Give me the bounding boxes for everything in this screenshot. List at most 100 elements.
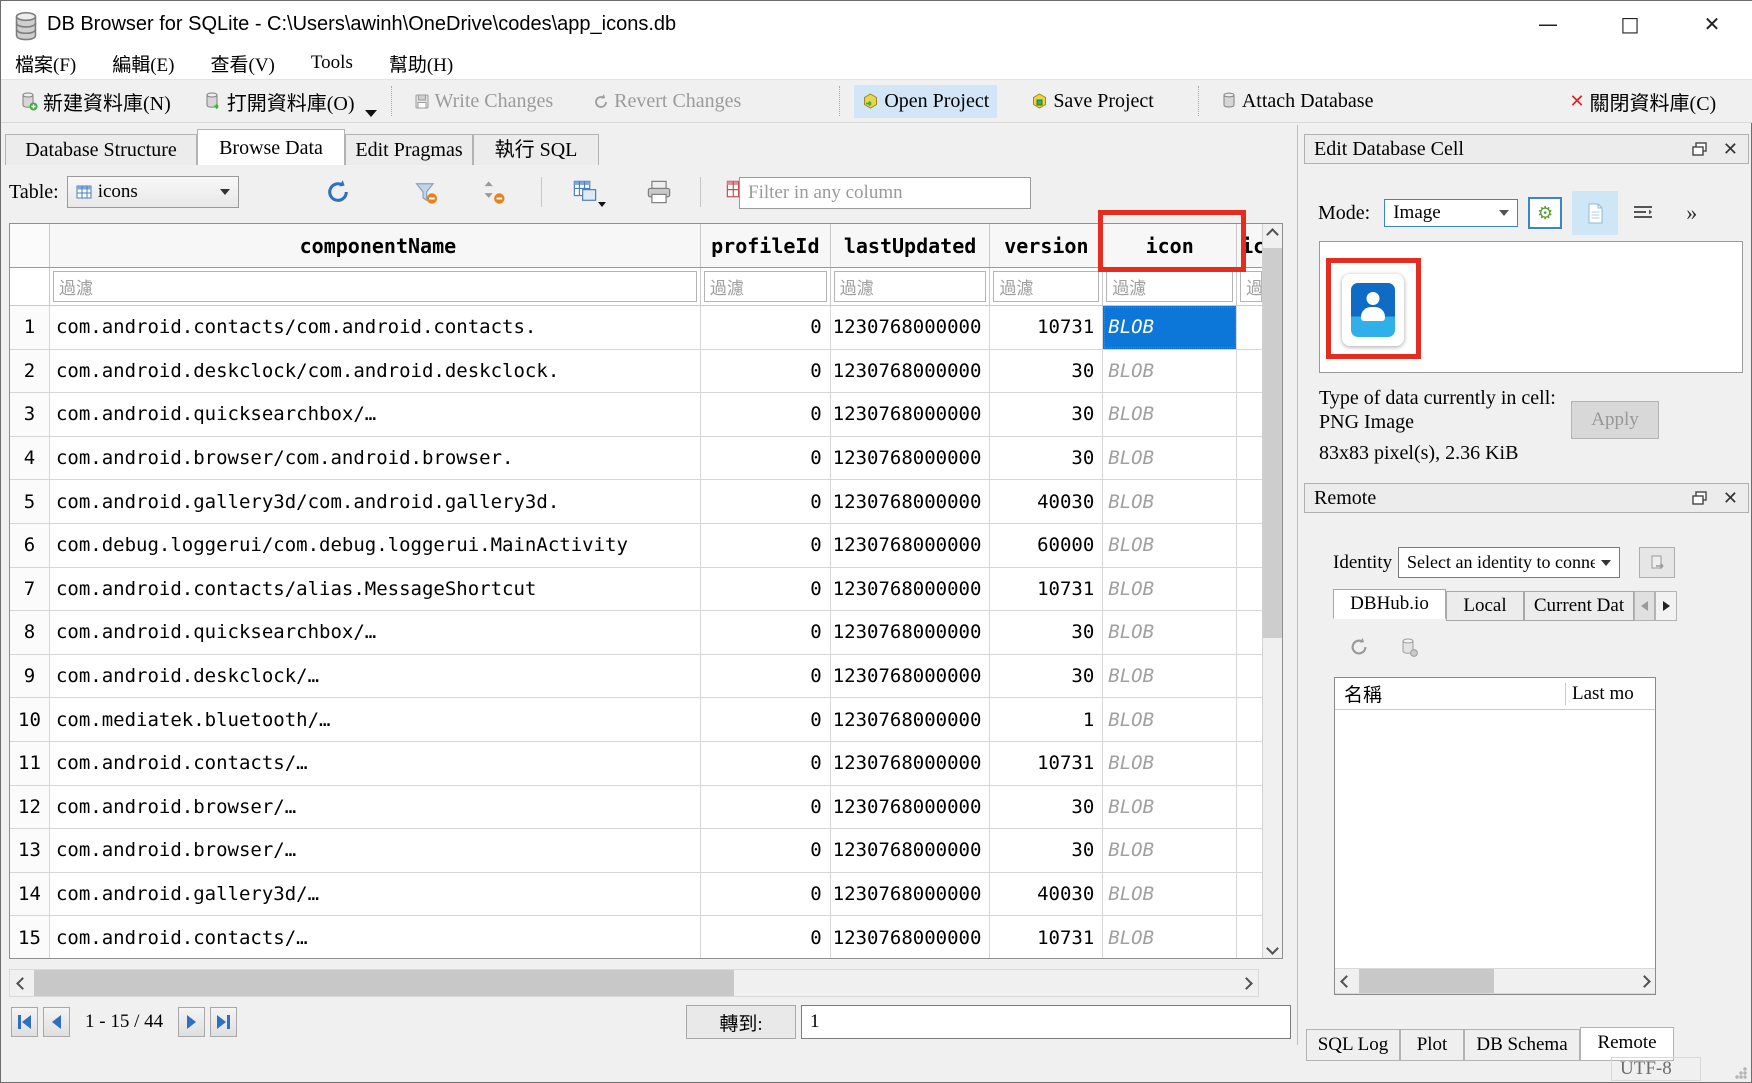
cell-profileId[interactable]: 0 xyxy=(701,393,831,436)
overflow-chevrons-icon[interactable]: » xyxy=(1686,200,1697,226)
cell-lastUpdated[interactable]: 1230768000000 xyxy=(831,480,991,523)
row-number[interactable]: 1 xyxy=(10,306,50,349)
cell-version[interactable]: 10731 xyxy=(990,916,1103,958)
mode-select[interactable]: Image xyxy=(1384,199,1518,227)
cell-version[interactable]: 40030 xyxy=(990,873,1103,916)
row-number[interactable]: 8 xyxy=(10,611,50,654)
close-button[interactable]: ✕ xyxy=(1689,12,1735,36)
cell-profileId[interactable]: 0 xyxy=(701,829,831,872)
minimize-button[interactable]: — xyxy=(1525,12,1571,36)
cell-lastUpdated[interactable]: 1230768000000 xyxy=(831,437,991,480)
cell-icon-blob[interactable]: BLOB xyxy=(1103,873,1237,916)
table-row[interactable]: 8 com.android.quicksearchbox/… 0 1230768… xyxy=(10,611,1262,655)
cell-partial[interactable] xyxy=(1237,306,1262,349)
float-panel-icon[interactable] xyxy=(1692,142,1707,156)
tab-scroll-right-icon[interactable] xyxy=(1655,591,1677,621)
maximize-button[interactable]: □ xyxy=(1607,12,1653,36)
horizontal-scroll-thumb[interactable] xyxy=(1359,969,1494,993)
cell-partial[interactable] xyxy=(1237,437,1262,480)
menu-help[interactable]: 幫助(H) xyxy=(385,48,457,79)
cell-profileId[interactable]: 0 xyxy=(701,873,831,916)
print-icon[interactable] xyxy=(646,179,672,205)
cell-version[interactable]: 30 xyxy=(990,393,1103,436)
cell-partial[interactable] xyxy=(1237,393,1262,436)
attach-database-button[interactable]: Attach Database xyxy=(1213,85,1382,118)
cell-version[interactable]: 10731 xyxy=(990,568,1103,611)
table-row[interactable]: 13 com.android.browser/… 0 1230768000000… xyxy=(10,829,1262,873)
filter-version[interactable]: 過濾 xyxy=(993,271,1099,302)
cell-partial[interactable] xyxy=(1237,524,1262,567)
row-number[interactable]: 3 xyxy=(10,393,50,436)
text-mode-button[interactable] xyxy=(1572,191,1618,235)
cell-profileId[interactable]: 0 xyxy=(701,698,831,741)
cell-icon-blob[interactable]: BLOB xyxy=(1103,437,1237,480)
cell-partial[interactable] xyxy=(1237,873,1262,916)
encoding-status[interactable]: UTF-8 xyxy=(1611,1057,1701,1081)
filter-componentName[interactable]: 過濾 xyxy=(53,271,697,302)
cell-componentName[interactable]: com.android.contacts/alias.MessageShortc… xyxy=(50,568,701,611)
remote-tab-current-database[interactable]: Current Dat xyxy=(1524,591,1634,621)
tab-database-structure[interactable]: Database Structure xyxy=(5,134,197,165)
header-lastUpdated[interactable]: lastUpdated xyxy=(831,224,991,267)
table-row[interactable]: 5 com.android.gallery3d/com.android.gall… xyxy=(10,480,1262,524)
goto-button[interactable]: 轉到: xyxy=(686,1005,796,1039)
cell-lastUpdated[interactable]: 1230768000000 xyxy=(831,742,991,785)
cell-componentName[interactable]: com.android.gallery3d/… xyxy=(50,873,701,916)
cell-partial[interactable] xyxy=(1237,742,1262,785)
row-number[interactable]: 7 xyxy=(10,568,50,611)
clear-filters-icon[interactable] xyxy=(413,179,439,205)
bottom-tab-plot[interactable]: Plot xyxy=(1400,1029,1464,1061)
scroll-left-icon[interactable] xyxy=(1335,969,1357,993)
cell-lastUpdated[interactable]: 1230768000000 xyxy=(831,655,991,698)
cell-version[interactable]: 30 xyxy=(990,829,1103,872)
remote-tab-local[interactable]: Local xyxy=(1446,591,1524,621)
cell-version[interactable]: 10731 xyxy=(990,306,1103,349)
revert-changes-button[interactable]: Revert Changes xyxy=(585,85,749,118)
close-database-button[interactable]: ✕ 關閉資料庫(C) xyxy=(1561,82,1724,121)
cell-componentName[interactable]: com.android.deskclock/… xyxy=(50,655,701,698)
cell-icon-blob[interactable]: BLOB xyxy=(1103,829,1237,872)
cell-profileId[interactable]: 0 xyxy=(701,655,831,698)
cell-partial[interactable] xyxy=(1237,655,1262,698)
close-panel-icon[interactable]: ✕ xyxy=(1723,139,1738,160)
cell-profileId[interactable]: 0 xyxy=(701,350,831,393)
table-row[interactable]: 14 com.android.gallery3d/… 0 12307680000… xyxy=(10,873,1262,917)
cell-icon-blob[interactable]: BLOB xyxy=(1103,611,1237,654)
tab-execute-sql[interactable]: 執行 SQL xyxy=(473,134,599,165)
open-project-button[interactable]: Open Project xyxy=(854,85,997,118)
remote-refresh-icon[interactable] xyxy=(1349,637,1369,657)
cell-componentName[interactable]: com.mediatek.bluetooth/… xyxy=(50,698,701,741)
cell-lastUpdated[interactable]: 1230768000000 xyxy=(831,786,991,829)
filter-icon[interactable]: 過濾 xyxy=(1106,271,1233,302)
table-row[interactable]: 6 com.debug.loggerui/com.debug.loggerui.… xyxy=(10,524,1262,568)
cell-componentName[interactable]: com.android.quicksearchbox/… xyxy=(50,611,701,654)
cell-profileId[interactable]: 0 xyxy=(701,568,831,611)
cell-componentName[interactable]: com.debug.loggerui/com.debug.loggerui.Ma… xyxy=(50,524,701,567)
menu-tools[interactable]: Tools xyxy=(307,50,357,76)
menu-file[interactable]: 檔案(F) xyxy=(11,48,80,79)
header-version[interactable]: version xyxy=(990,224,1103,267)
identity-import-button[interactable] xyxy=(1639,547,1675,578)
row-number[interactable]: 2 xyxy=(10,350,50,393)
cell-icon-blob[interactable]: BLOB xyxy=(1103,480,1237,523)
cell-icon-blob[interactable]: BLOB xyxy=(1103,306,1237,349)
save-table-dropdown-caret[interactable] xyxy=(598,202,606,207)
cell-icon-blob[interactable]: BLOB xyxy=(1103,786,1237,829)
tab-scroll-left-icon[interactable] xyxy=(1634,591,1655,621)
filter-any-column-input[interactable] xyxy=(739,177,1031,209)
bottom-tab-sql-log[interactable]: SQL Log xyxy=(1306,1029,1400,1061)
filter-icon-partial[interactable]: 過濾 xyxy=(1240,271,1262,302)
cell-componentName[interactable]: com.android.contacts/… xyxy=(50,742,701,785)
cell-componentName[interactable]: com.android.browser/… xyxy=(50,829,701,872)
clear-sort-icon[interactable] xyxy=(481,179,507,205)
remote-name-header[interactable]: 名稱 xyxy=(1335,680,1382,707)
last-page-button[interactable] xyxy=(210,1007,237,1037)
cell-partial[interactable] xyxy=(1237,350,1262,393)
row-number[interactable]: 6 xyxy=(10,524,50,567)
dock-splitter[interactable] xyxy=(1297,125,1298,1045)
table-row[interactable]: 9 com.android.deskclock/… 0 123076800000… xyxy=(10,655,1262,699)
menu-view[interactable]: 查看(V) xyxy=(207,48,279,79)
cell-profileId[interactable]: 0 xyxy=(701,306,831,349)
bottom-tab-db-schema[interactable]: DB Schema xyxy=(1464,1029,1580,1061)
cell-partial[interactable] xyxy=(1237,786,1262,829)
